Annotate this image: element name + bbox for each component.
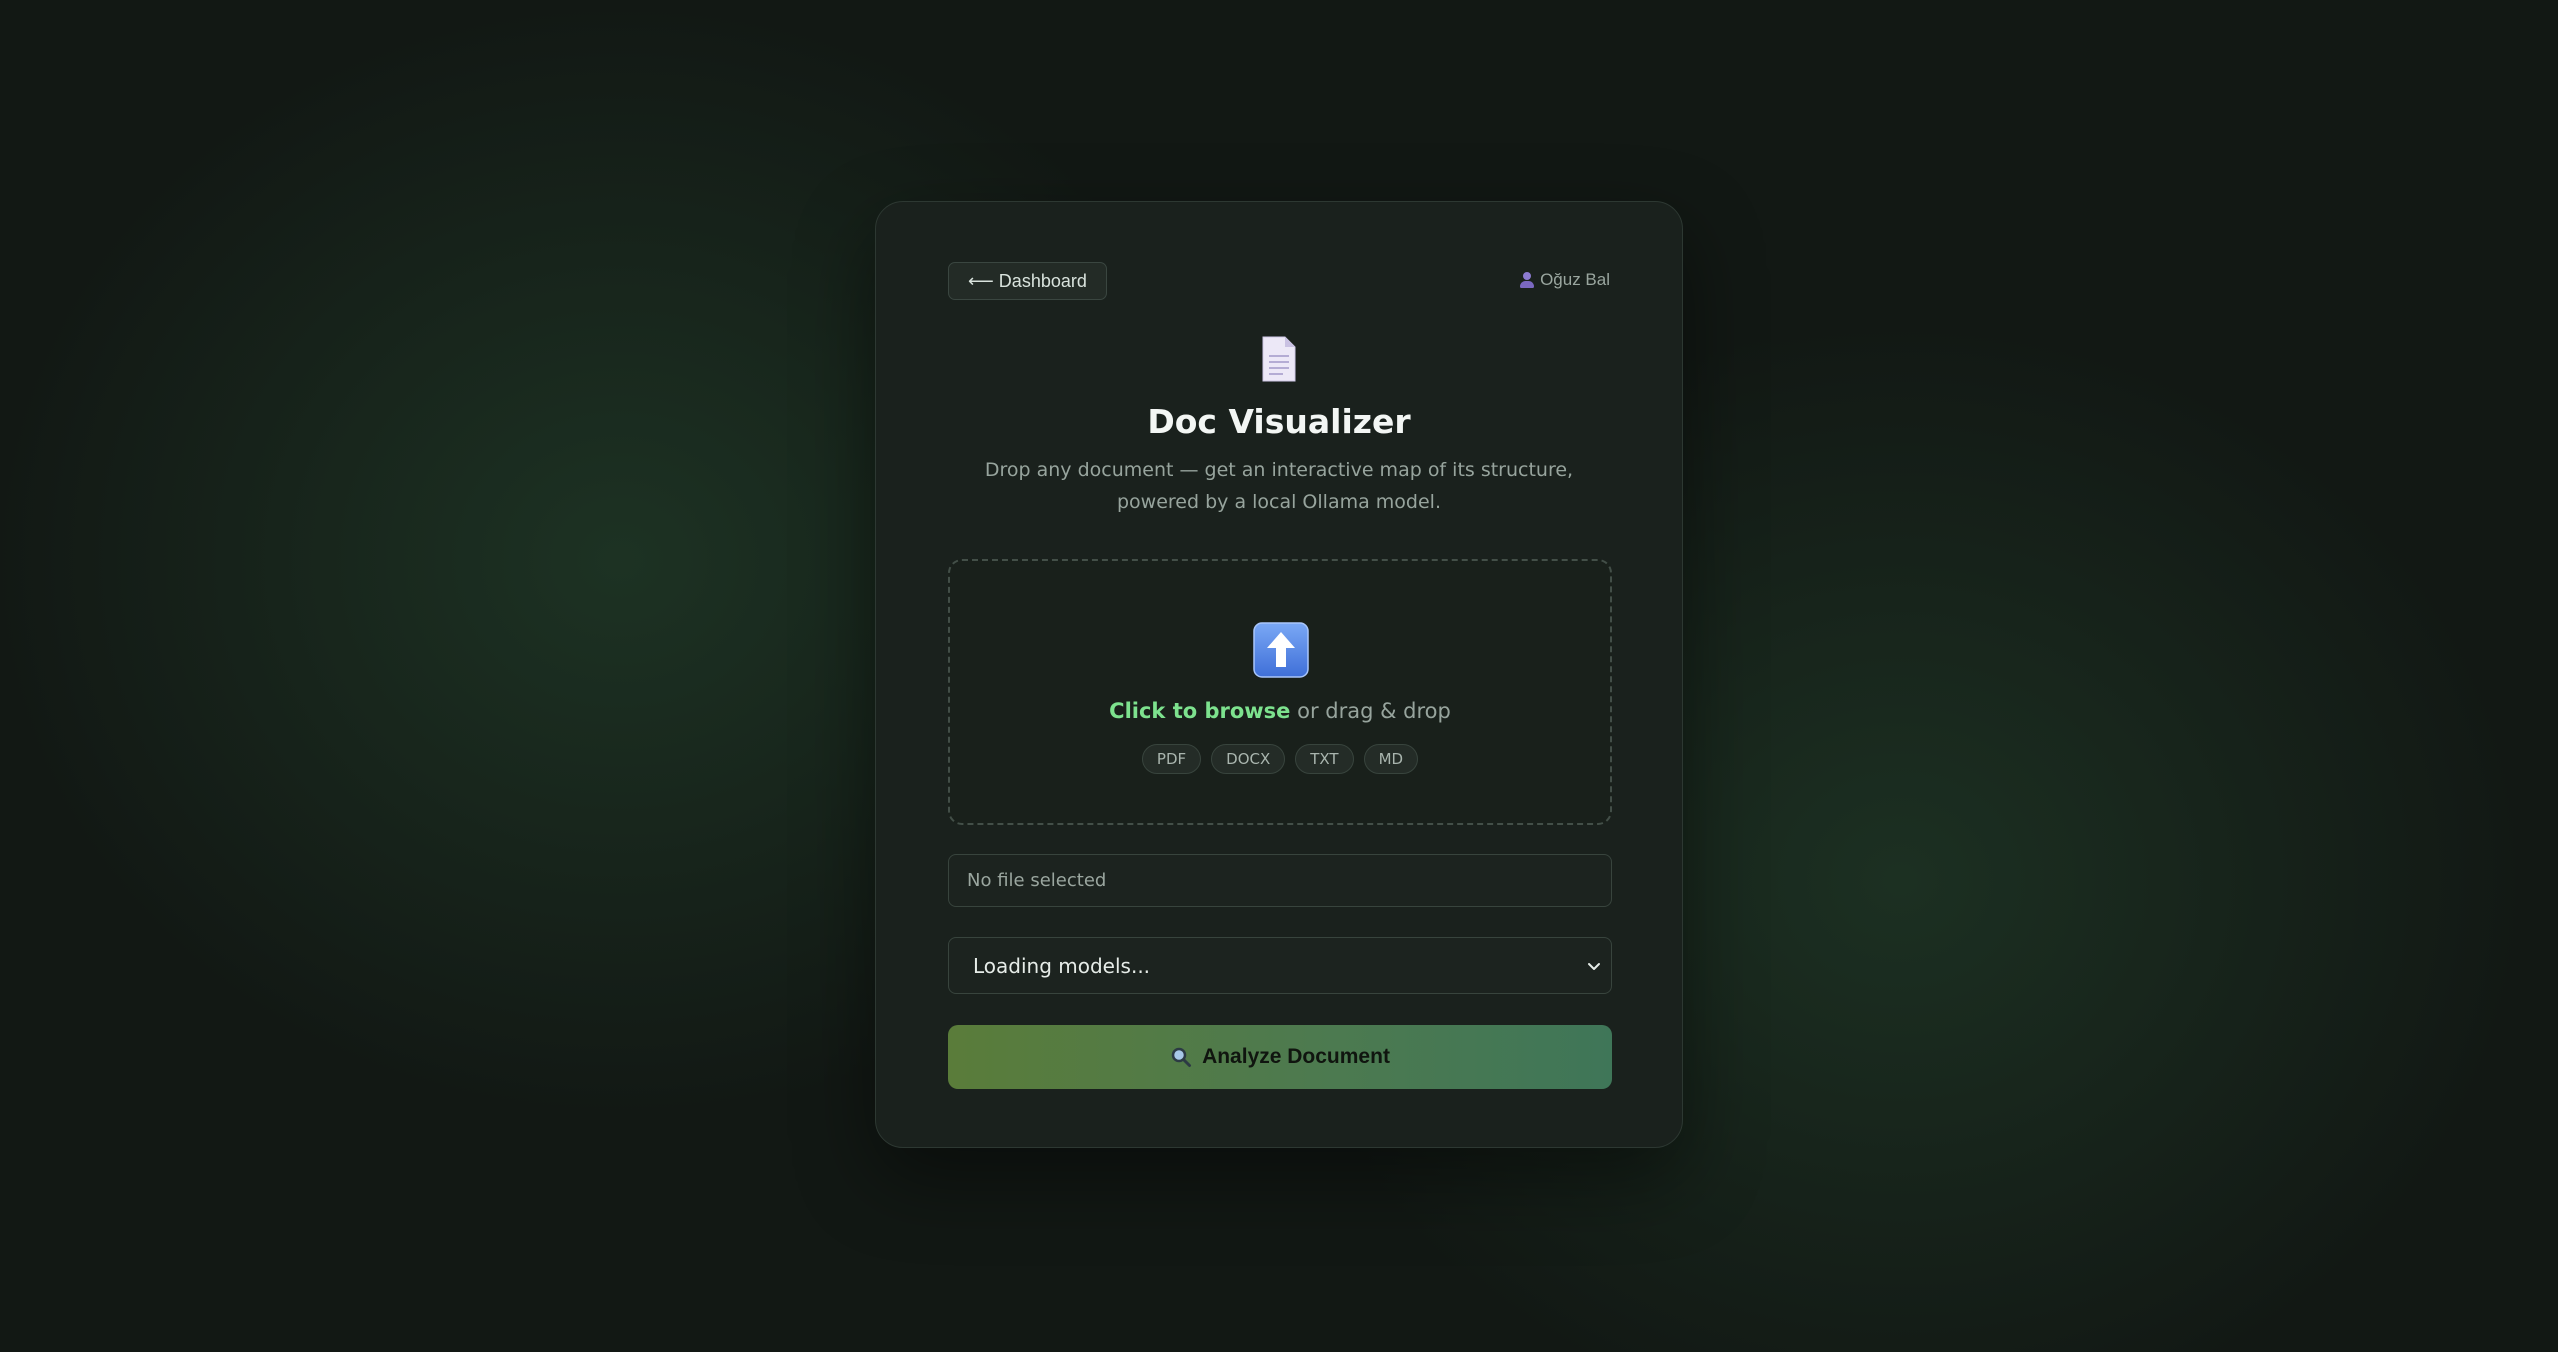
document-icon — [1262, 336, 1296, 382]
format-chip: DOCX — [1211, 744, 1286, 774]
format-chip: PDF — [1141, 744, 1202, 774]
file-status: No file selected — [967, 870, 1107, 891]
user-badge: Oğuz Bal — [1520, 270, 1610, 290]
supported-formats: PDF DOCX TXT MD — [950, 744, 1610, 774]
back-button-label: ⟵ Dashboard — [968, 270, 1087, 291]
drag-drop-text: or drag & drop — [1290, 699, 1451, 723]
dropzone-instructions: Click to browse or drag & drop — [950, 699, 1610, 723]
browse-link[interactable]: Click to browse — [1109, 699, 1290, 723]
selected-file-field: No file selected — [948, 854, 1612, 907]
analyze-button-label: Analyze Document — [1202, 1045, 1390, 1068]
back-to-dashboard-button[interactable]: ⟵ Dashboard — [948, 262, 1107, 300]
format-chip: MD — [1363, 744, 1419, 774]
chevron-down-icon — [1588, 963, 1600, 970]
magnifier-icon — [1171, 1047, 1192, 1067]
user-name: Oğuz Bal — [1540, 270, 1610, 289]
upload-card: ⟵ Dashboard Oğuz Bal Doc Visualizer Drop… — [875, 201, 1683, 1148]
analyze-document-button[interactable]: Analyze Document — [948, 1025, 1612, 1089]
upload-arrow-icon — [1253, 622, 1309, 678]
page-title: Doc Visualizer — [1147, 402, 1411, 441]
file-dropzone[interactable]: Click to browse or drag & drop PDF DOCX … — [948, 559, 1612, 825]
page-subtitle: Drop any document — get an interactive m… — [984, 459, 1574, 513]
model-select[interactable]: Loading models... — [948, 937, 1612, 994]
model-selected-value: Loading models... — [973, 953, 1151, 978]
user-icon — [1520, 272, 1535, 288]
format-chip: TXT — [1295, 744, 1354, 774]
